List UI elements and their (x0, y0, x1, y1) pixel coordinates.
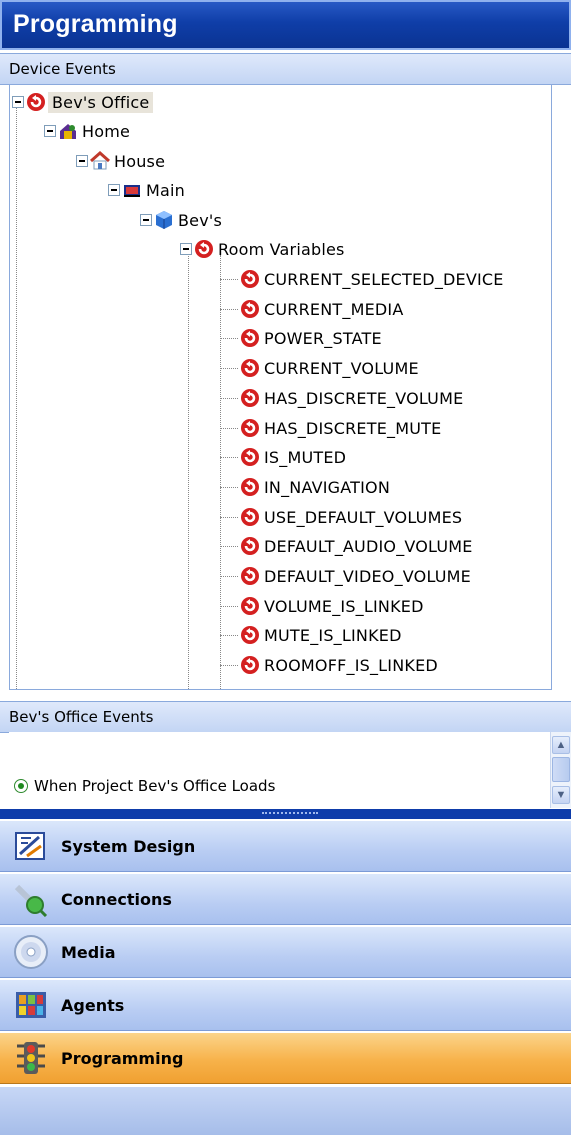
nav-connections[interactable]: Connections (0, 873, 571, 925)
event-icon (241, 359, 259, 377)
house-icon (90, 151, 110, 170)
nav-label: System Design (61, 836, 196, 856)
tree-node-variable[interactable]: IN_NAVIGATION (220, 473, 390, 501)
tree-label-variable: HAS_DISCRETE_VOLUME (264, 388, 464, 408)
tree-node-house[interactable]: House (76, 147, 165, 175)
room-icon (156, 211, 172, 229)
event-icon (241, 389, 259, 407)
tree-node-variable[interactable]: USE_DEFAULT_VOLUMES (220, 503, 462, 531)
device-events-title: Device Events (9, 60, 116, 78)
tree-node-variable[interactable]: VOLUME_IS_LINKED (220, 592, 424, 620)
event-icon (241, 508, 259, 526)
tree-node-variable[interactable]: DEFAULT_VIDEO_VOLUME (220, 562, 471, 590)
nav-system-design[interactable]: System Design (0, 820, 571, 872)
event-icon (241, 270, 259, 288)
collapse-toggle[interactable] (76, 155, 88, 167)
event-icon (241, 656, 259, 674)
tree-label-variable: CURRENT_MEDIA (264, 299, 404, 319)
tree-label-variable: DEFAULT_VIDEO_VOLUME (264, 566, 471, 586)
tree-node-variable[interactable]: ROOMOFF_IS_LINKED (220, 651, 438, 679)
tree-node-variable[interactable]: MUTE_IS_LINKED (220, 621, 402, 649)
collapse-toggle[interactable] (12, 96, 24, 108)
radio-selected-icon[interactable] (14, 779, 28, 793)
tree-node-variable[interactable]: DEFAULT_AUDIO_VOLUME (220, 532, 473, 560)
home-icon (60, 124, 76, 139)
connections-icon (14, 884, 48, 917)
tree-label-root: Bev's Office (48, 91, 154, 113)
tree-label-variable: DEFAULT_AUDIO_VOLUME (264, 536, 473, 556)
tree-label-house: House (114, 151, 166, 171)
scroll-thumb[interactable] (552, 757, 570, 782)
nav-label: Agents (61, 995, 125, 1015)
event-icon (241, 626, 259, 644)
traffic-light-icon (17, 1042, 45, 1074)
floor-icon (124, 185, 140, 197)
nav-label: Programming (61, 1048, 184, 1068)
event-icon (241, 300, 259, 318)
tree-scrollbar[interactable]: ▲ ▼ (551, 85, 552, 689)
event-item-label: When Project Bev's Office Loads (34, 777, 276, 795)
tree-node-variable[interactable]: HAS_DISCRETE_MUTE (220, 414, 441, 442)
office-events-title: Bev's Office Events (9, 708, 154, 726)
system-design-icon (15, 832, 45, 860)
agents-icon (16, 992, 46, 1018)
device-events-header: Device Events (0, 53, 571, 85)
tree-node-variable[interactable]: POWER_STATE (220, 324, 382, 352)
tree-label-variable: CURRENT_VOLUME (264, 358, 419, 378)
scroll-up-button[interactable]: ▲ (552, 736, 570, 754)
device-events-tree[interactable]: Bev's Office Home House Main Bev's Room … (9, 84, 552, 690)
tree-label-variable: USE_DEFAULT_VOLUMES (264, 507, 463, 527)
event-icon (241, 448, 259, 466)
tree-node-root[interactable]: Bev's Office (12, 88, 154, 116)
nav-programming[interactable]: Programming (0, 1032, 571, 1084)
event-icon (241, 537, 259, 555)
tree-label-home: Home (82, 121, 131, 141)
media-icon (14, 935, 48, 969)
tree-node-variable[interactable]: IS_MUTED (220, 443, 346, 471)
tree-label-variable: MUTE_IS_LINKED (264, 625, 402, 645)
event-icon (241, 329, 259, 347)
tree-label-variable: IN_NAVIGATION (264, 477, 390, 497)
collapse-toggle[interactable] (108, 184, 120, 196)
tree-label-variable: ROOMOFF_IS_LINKED (264, 655, 438, 675)
nav-footer (0, 1086, 571, 1135)
nav-agents[interactable]: Agents (0, 979, 571, 1031)
nav-label: Media (61, 942, 116, 962)
event-icon (195, 240, 213, 258)
collapse-toggle[interactable] (140, 214, 152, 226)
tree-node-main[interactable]: Main (108, 176, 185, 204)
nav-media[interactable]: Media (0, 926, 571, 978)
event-icon (241, 597, 259, 615)
event-icon (241, 419, 259, 437)
events-scrollbar[interactable]: ▲ ▼ (550, 732, 571, 808)
tree-node-room[interactable]: Bev's (140, 206, 222, 234)
event-icon (241, 478, 259, 496)
tree-node-home[interactable]: Home (44, 117, 130, 145)
scroll-down-button[interactable]: ▼ (552, 786, 570, 804)
tree-node-room-variables[interactable]: Room Variables (180, 235, 345, 263)
window-title: Programming (13, 10, 178, 38)
tree-label-variable: VOLUME_IS_LINKED (264, 596, 424, 616)
tree-node-variable[interactable]: HAS_DISCRETE_VOLUME (220, 384, 463, 412)
tree-label-room-variables: Room Variables (218, 239, 345, 259)
title-bar: Programming (0, 0, 571, 50)
tree-node-variable[interactable]: CURRENT_MEDIA (220, 295, 403, 323)
tree-label-variable: IS_MUTED (264, 447, 347, 467)
tree-node-variable[interactable]: CURRENT_VOLUME (220, 354, 419, 382)
event-icon (27, 93, 45, 111)
collapse-toggle[interactable] (180, 243, 192, 255)
tree-label-main: Main (146, 180, 185, 200)
tree-label-room: Bev's (178, 210, 223, 230)
collapse-toggle[interactable] (44, 125, 56, 137)
tree-label-variable: HAS_DISCRETE_MUTE (264, 418, 442, 438)
office-events-header: Bev's Office Events (0, 701, 571, 733)
event-icon (241, 567, 259, 585)
panel-splitter[interactable] (0, 809, 571, 819)
tree-label-variable: POWER_STATE (264, 328, 382, 348)
tree-label-variable: CURRENT_SELECTED_DEVICE (264, 269, 504, 289)
nav-label: Connections (61, 889, 172, 909)
event-item-project-load[interactable]: When Project Bev's Office Loads (14, 777, 275, 795)
tree-node-variable[interactable]: CURRENT_SELECTED_DEVICE (220, 265, 504, 293)
